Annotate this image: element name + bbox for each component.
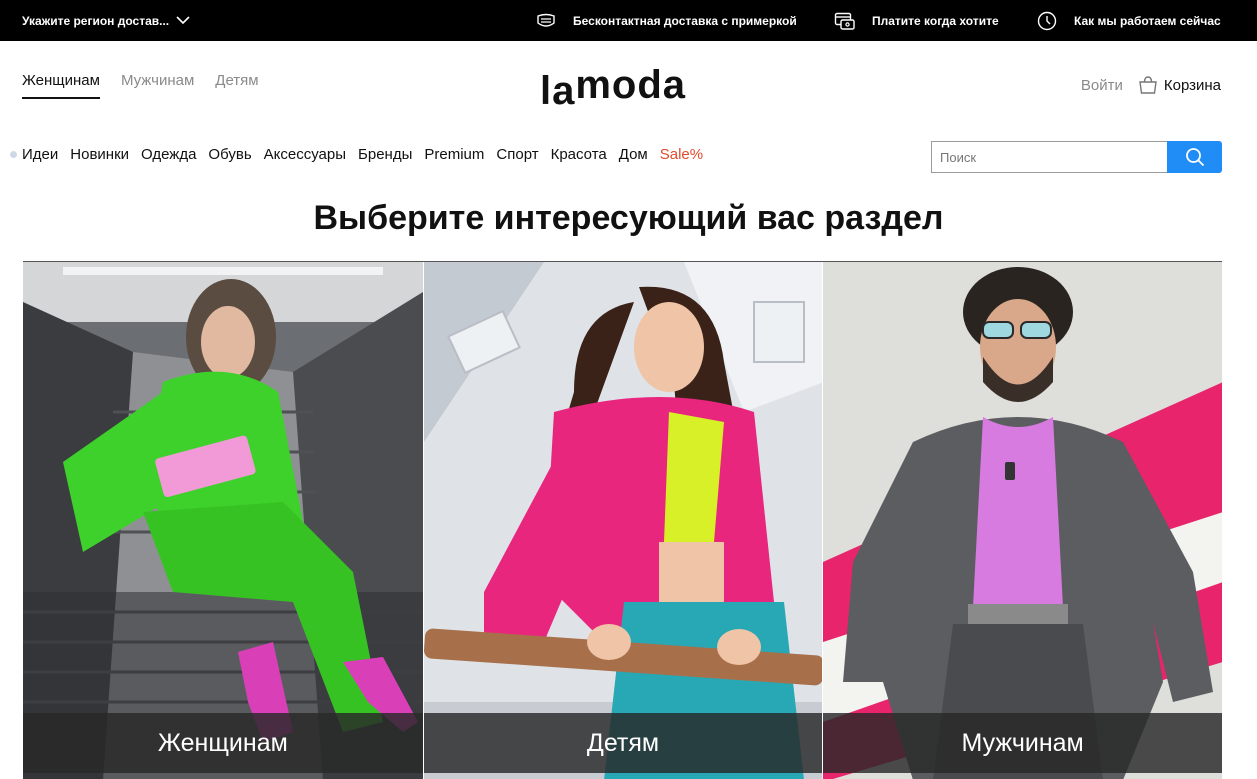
mask-icon bbox=[535, 10, 557, 32]
card-icon bbox=[834, 10, 856, 32]
category-home[interactable]: Дом bbox=[619, 146, 648, 163]
search-input[interactable] bbox=[931, 141, 1167, 173]
account-area: Войти Корзина bbox=[1081, 76, 1221, 94]
category-shoes[interactable]: Обувь bbox=[208, 146, 251, 163]
lamoda-logo[interactable]: lamoda bbox=[540, 63, 710, 113]
tab-kids[interactable]: Детям bbox=[215, 72, 258, 99]
page-title: Выберите интересующий вас раздел bbox=[313, 199, 944, 237]
category-sport[interactable]: Спорт bbox=[496, 146, 538, 163]
region-label: Укажите регион достав... bbox=[22, 13, 170, 28]
section-tiles: Женщинам Детям Мужчинам bbox=[23, 261, 1222, 779]
category-accessories[interactable]: Аксессуары bbox=[264, 146, 346, 163]
category-clothing[interactable]: Одежда bbox=[141, 146, 196, 163]
contactless-delivery-link[interactable]: Бесконтактная доставка с примеркой bbox=[535, 0, 797, 41]
perk-label: Бесконтактная доставка с примеркой bbox=[573, 13, 797, 28]
men-photo bbox=[823, 262, 1222, 779]
section-kids-tile[interactable]: Детям bbox=[422, 262, 823, 779]
kids-photo bbox=[423, 262, 823, 779]
nav-dot bbox=[10, 151, 17, 158]
category-brands[interactable]: Бренды bbox=[358, 146, 412, 163]
chevron-down-icon bbox=[176, 16, 190, 25]
section-women-tile[interactable]: Женщинам bbox=[23, 262, 423, 779]
login-link[interactable]: Войти bbox=[1081, 77, 1123, 94]
search-button[interactable] bbox=[1167, 141, 1222, 173]
category-sale[interactable]: Sale% bbox=[660, 146, 703, 163]
how-we-work-link[interactable]: Как мы работаем сейчас bbox=[1036, 0, 1221, 41]
region-selector[interactable]: Укажите регион достав... bbox=[22, 0, 190, 41]
category-ideas[interactable]: Идеи bbox=[22, 146, 58, 163]
gender-tabs: Женщинам Мужчинам Детям bbox=[22, 72, 259, 99]
section-men-tile[interactable]: Мужчинам bbox=[822, 262, 1222, 779]
tab-men[interactable]: Мужчинам bbox=[121, 72, 194, 99]
perk-label: Платите когда хотите bbox=[872, 13, 999, 28]
shopping-bag-icon bbox=[1139, 76, 1157, 94]
women-photo bbox=[23, 262, 423, 779]
tab-women[interactable]: Женщинам bbox=[22, 72, 100, 99]
category-new[interactable]: Новинки bbox=[70, 146, 129, 163]
pay-later-link[interactable]: Платите когда хотите bbox=[834, 0, 999, 41]
clock-icon bbox=[1036, 10, 1058, 32]
section-caption: Мужчинам bbox=[823, 713, 1222, 773]
cart-link[interactable]: Корзина bbox=[1138, 76, 1221, 94]
section-caption: Женщинам bbox=[23, 713, 423, 773]
section-caption: Детям bbox=[423, 713, 823, 773]
cart-label: Корзина bbox=[1163, 76, 1221, 94]
top-bar: Укажите регион достав... Бесконтактная д… bbox=[0, 0, 1257, 41]
perk-label: Как мы работаем сейчас bbox=[1074, 13, 1221, 28]
search-icon bbox=[1185, 148, 1204, 167]
category-beauty[interactable]: Красота bbox=[551, 146, 607, 163]
category-nav: Идеи Новинки Одежда Обувь Аксессуары Бре… bbox=[10, 146, 715, 163]
search-bar bbox=[931, 141, 1222, 173]
category-premium[interactable]: Premium bbox=[424, 146, 484, 163]
